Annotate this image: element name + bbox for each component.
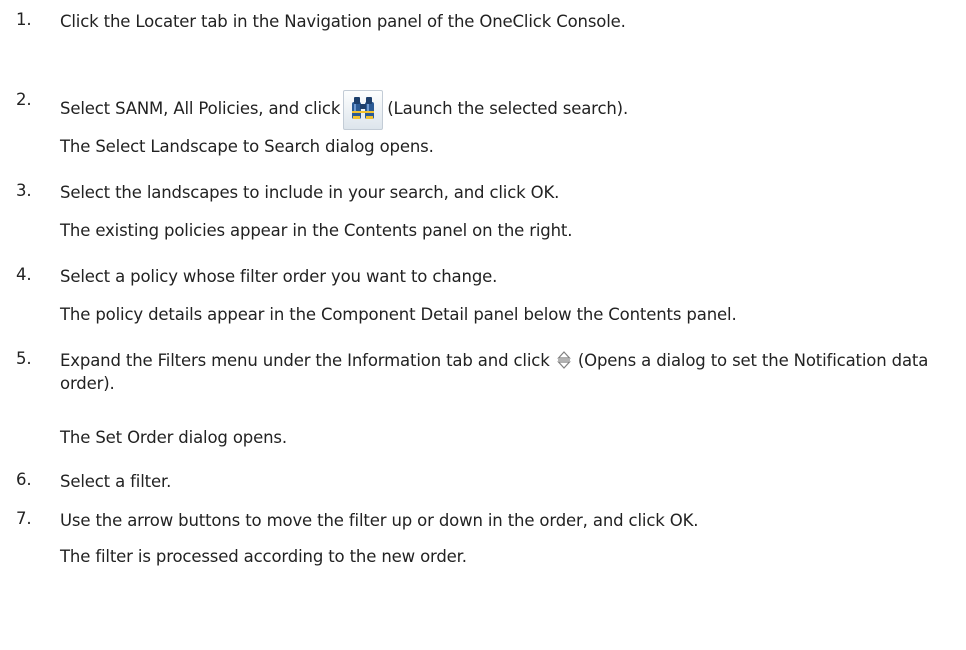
step-number: 1. <box>16 10 32 29</box>
step-2-result: The Select Landscape to Search dialog op… <box>60 137 434 156</box>
step-text: Select a filter. <box>60 472 172 491</box>
step-text: Expand the Filters menu under the Inform… <box>60 349 960 395</box>
step-number: 2. <box>16 90 32 109</box>
step-number: 5. <box>16 349 32 368</box>
step-text: Use the arrow buttons to move the filter… <box>60 511 699 530</box>
step-5-result: The Set Order dialog opens. <box>60 428 287 447</box>
step-3-result: The existing policies appear in the Cont… <box>60 221 573 240</box>
up-down-arrows-icon <box>556 351 571 369</box>
step-text: Select the landscapes to include in your… <box>60 183 560 202</box>
launch-search-button <box>343 90 384 130</box>
step-number: 4. <box>16 265 32 284</box>
step-text: Select a policy whose filter order you w… <box>60 267 498 286</box>
step-text-before: Select SANM, All Policies, and click <box>60 99 341 118</box>
step-text: Click the Locater tab in the Navigation … <box>60 12 626 31</box>
step-text-after: (Launch the selected search). <box>387 99 629 118</box>
binoculars-icon <box>352 97 375 119</box>
step-number: 7. <box>16 509 32 528</box>
step-4-result: The policy details appear in the Compone… <box>60 305 737 324</box>
step-text: Select SANM, All Policies, and click (La… <box>60 90 960 130</box>
step-number: 6. <box>16 470 32 489</box>
procedure-document: 1. Click the Locater tab in the Navigati… <box>0 0 966 650</box>
step-7-result: The filter is processed according to the… <box>60 547 467 566</box>
step-number: 3. <box>16 181 32 200</box>
step-text-before: Expand the Filters menu under the Inform… <box>60 351 550 370</box>
